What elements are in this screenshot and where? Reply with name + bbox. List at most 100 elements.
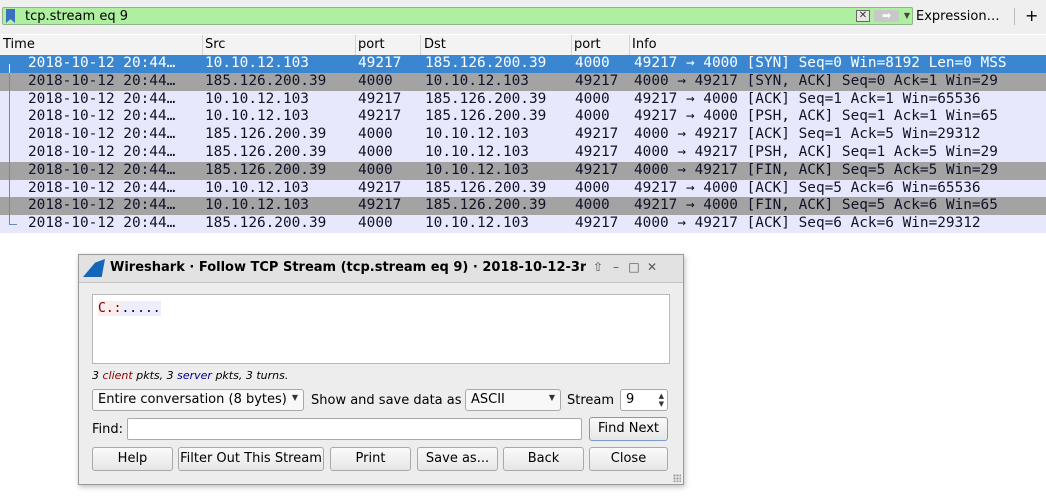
close-window-icon[interactable]: ✕: [643, 260, 661, 274]
client-data-chunk: C.:: [98, 301, 122, 316]
packet-row[interactable]: 2018-10-12 20:44… 10.10.12.103 49217 185…: [0, 197, 1046, 216]
clear-filter-icon[interactable]: ✕: [856, 10, 870, 22]
format-select[interactable]: ASCII ▼: [465, 389, 561, 411]
packet-info: 4000 → 49217 [FIN, ACK] Seq=5 Ack=5 Win=…: [634, 161, 998, 178]
find-next-button[interactable]: Find Next: [589, 417, 668, 441]
bookmark-icon[interactable]: [6, 9, 15, 23]
packet-info: 49217 → 4000 [SYN] Seq=0 Win=8192 Len=0 …: [634, 55, 1007, 71]
packet-src-port: 4000: [358, 126, 393, 143]
conversation-bracket-icon: [0, 197, 24, 216]
packet-src: 185.126.200.39: [205, 215, 327, 232]
conversation-bracket-icon: [0, 72, 24, 91]
filter-out-stream-button[interactable]: Filter Out This Stream: [178, 447, 324, 471]
packet-info: 4000 → 49217 [ACK] Seq=1 Ack=5 Win=29312: [634, 126, 981, 143]
stream-label: Stream: [567, 393, 615, 408]
packet-info: 49217 → 4000 [PSH, ACK] Seq=1 Ack=1 Win=…: [634, 108, 998, 125]
conversation-bracket-icon: [0, 143, 24, 162]
toolbar-divider: [1014, 8, 1015, 25]
column-header-info[interactable]: Info: [632, 37, 657, 52]
expression-button[interactable]: Expression…: [916, 9, 1000, 24]
filter-text[interactable]: tcp.stream eq 9: [25, 8, 128, 25]
packet-time: 2018-10-12 20:44…: [28, 143, 176, 160]
conversation-select[interactable]: Entire conversation (8 bytes) ▼: [92, 389, 304, 411]
resize-grip[interactable]: [673, 474, 681, 482]
packet-list: 2018-10-12 20:44… 10.10.12.103 49217 185…: [0, 55, 1046, 233]
column-header-src[interactable]: Src: [205, 37, 225, 52]
column-divider[interactable]: [355, 35, 356, 55]
help-button[interactable]: Help: [92, 447, 173, 471]
column-divider[interactable]: [571, 35, 572, 55]
packet-time: 2018-10-12 20:44…: [28, 55, 176, 71]
conversation-bracket-icon: [0, 215, 24, 233]
packet-row[interactable]: 2018-10-12 20:44… 10.10.12.103 49217 185…: [0, 108, 1046, 127]
stream-stats: 3 client pkts, 3 server pkts, 3 turns.: [92, 369, 288, 382]
packet-dst: 185.126.200.39: [425, 197, 547, 214]
packet-info: 4000 → 49217 [SYN, ACK] Seq=0 Ack=1 Win=…: [634, 72, 998, 89]
display-filter-input[interactable]: tcp.stream eq 9 ✕ ➡ ▼: [2, 7, 913, 25]
packet-info: 4000 → 49217 [PSH, ACK] Seq=1 Ack=5 Win=…: [634, 143, 998, 160]
packet-info: 4000 → 49217 [ACK] Seq=6 Ack=6 Win=29312: [634, 215, 981, 232]
stream-text: C.:.....: [98, 301, 161, 316]
packet-row[interactable]: 2018-10-12 20:44… 10.10.12.103 49217 185…: [0, 179, 1046, 198]
add-filter-button[interactable]: +: [1025, 6, 1038, 25]
packet-row[interactable]: 2018-10-12 20:44… 185.126.200.39 4000 10…: [0, 126, 1046, 144]
packet-row[interactable]: 2018-10-12 20:44… 185.126.200.39 4000 10…: [0, 161, 1046, 180]
keep-above-icon[interactable]: ⇧: [589, 260, 607, 274]
packet-dst: 10.10.12.103: [425, 215, 529, 232]
close-button[interactable]: Close: [589, 447, 668, 471]
server-pkt-count: 3: [166, 369, 174, 382]
spin-up-icon[interactable]: ▲: [659, 392, 664, 400]
packet-time: 2018-10-12 20:44…: [28, 72, 176, 89]
packet-src: 185.126.200.39: [205, 161, 327, 178]
conversation-bracket-icon: [0, 126, 24, 144]
column-divider[interactable]: [202, 35, 203, 55]
packet-src-port: 49217: [358, 179, 402, 196]
apply-filter-icon[interactable]: ➡: [874, 10, 899, 22]
conversation-select-value: Entire conversation (8 bytes): [98, 392, 287, 407]
packet-dst-port: 49217: [575, 143, 619, 160]
find-input[interactable]: [127, 418, 582, 440]
dialog-titlebar[interactable]: Wireshark · Follow TCP Stream (tcp.strea…: [79, 255, 683, 283]
packet-info: 49217 → 4000 [FIN, ACK] Seq=5 Ack=6 Win=…: [634, 197, 998, 214]
window-controls: ⇧ – □ ✕: [589, 260, 679, 278]
packet-src-port: 4000: [358, 72, 393, 89]
packet-src: 10.10.12.103: [205, 197, 309, 214]
maximize-icon[interactable]: □: [625, 260, 643, 274]
column-header-dst[interactable]: Dst: [424, 37, 446, 52]
stream-number-spinner[interactable]: 9 ▲ ▼: [620, 389, 668, 411]
minimize-icon[interactable]: –: [607, 260, 625, 274]
packet-time: 2018-10-12 20:44…: [28, 126, 176, 143]
back-button[interactable]: Back: [503, 447, 584, 471]
packet-dst: 10.10.12.103: [425, 72, 529, 89]
print-button[interactable]: Print: [330, 447, 411, 471]
packet-src: 10.10.12.103: [205, 55, 309, 71]
packet-row[interactable]: 2018-10-12 20:44… 10.10.12.103 49217 185…: [0, 55, 1046, 73]
packet-row[interactable]: 2018-10-12 20:44… 185.126.200.39 4000 10…: [0, 72, 1046, 91]
packet-src-port: 4000: [358, 143, 393, 160]
save-as-button[interactable]: Save as...: [417, 447, 498, 471]
stream-number-value: 9: [626, 392, 635, 407]
packet-src-port: 49217: [358, 197, 402, 214]
conversation-bracket-icon: [0, 90, 24, 109]
packet-row[interactable]: 2018-10-12 20:44… 185.126.200.39 4000 10…: [0, 143, 1046, 162]
chevron-down-icon[interactable]: ▼: [901, 10, 913, 22]
column-divider[interactable]: [420, 35, 421, 55]
packet-dst: 185.126.200.39: [425, 108, 547, 125]
packet-time: 2018-10-12 20:44…: [28, 161, 176, 178]
server-label: server: [177, 369, 212, 382]
column-divider[interactable]: [629, 35, 630, 55]
packet-src-port: 4000: [358, 161, 393, 178]
packet-src-port: 49217: [358, 55, 402, 71]
column-header-dst-port[interactable]: port: [574, 37, 601, 52]
spin-down-icon[interactable]: ▼: [659, 400, 664, 408]
packet-row[interactable]: 2018-10-12 20:44… 185.126.200.39 4000 10…: [0, 215, 1046, 233]
packet-row[interactable]: 2018-10-12 20:44… 10.10.12.103 49217 185…: [0, 90, 1046, 109]
column-header-src-port[interactable]: port: [358, 37, 385, 52]
packet-dst: 10.10.12.103: [425, 143, 529, 160]
column-header-time[interactable]: Time: [3, 37, 35, 52]
packet-dst-port: 4000: [575, 90, 610, 107]
stream-content-area[interactable]: C.:.....: [92, 294, 670, 364]
client-label: client: [102, 369, 133, 382]
packet-dst: 10.10.12.103: [425, 161, 529, 178]
chevron-down-icon: ▼: [548, 393, 555, 402]
